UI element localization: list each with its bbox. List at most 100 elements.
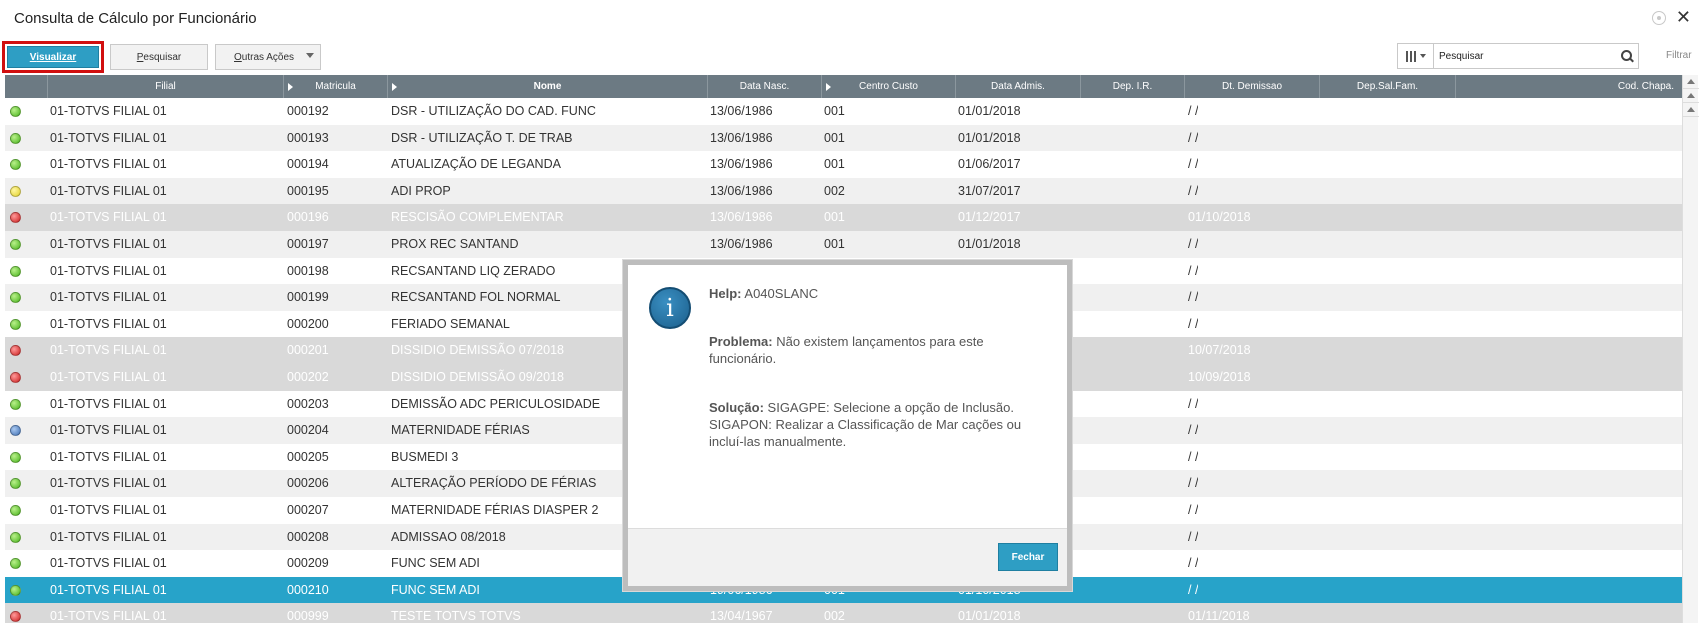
cell-matricula: 000197 <box>287 236 329 251</box>
scroll-up-icon[interactable] <box>1683 89 1699 103</box>
cell-demissao: 01/10/2018 <box>1188 210 1251 225</box>
table-row[interactable]: 01-TOTVS FILIAL 01 000196 RESCISÃO COMPLEM… <box>5 204 1682 231</box>
cell-matricula: 000206 <box>287 476 329 491</box>
cell-filial: 01-TOTVS FILIAL 01 <box>50 529 167 544</box>
status-green-icon <box>10 504 21 516</box>
cell-matricula: 000195 <box>287 183 329 198</box>
cell-cc: 001 <box>824 130 845 145</box>
cell-matricula: 000207 <box>287 502 329 517</box>
visualizar-rest: isualizar <box>36 51 77 63</box>
chevron-down-icon <box>306 53 314 58</box>
cell-demissao: / / <box>1188 130 1199 145</box>
cell-matricula: 000204 <box>287 423 329 438</box>
cell-demissao: / / <box>1188 449 1199 464</box>
cell-filial: 01-TOTVS FILIAL 01 <box>50 210 167 225</box>
cell-nasc: 13/06/1986 <box>710 157 773 172</box>
cell-matricula: 000199 <box>287 290 329 305</box>
column-header-label: Dep. I.R. <box>1112 81 1153 92</box>
status-green-icon <box>10 531 21 543</box>
cell-admis: 31/07/2017 <box>958 183 1021 198</box>
cell-matricula: 000200 <box>287 316 329 331</box>
cell-matricula: 000209 <box>287 556 329 571</box>
visualizar-button[interactable]: Visualizar <box>7 46 99 68</box>
grid-header: Filial Matricula Nome Data Nasc. Centro … <box>5 75 1682 98</box>
cell-filial: 01-TOTVS FILIAL 01 <box>50 236 167 251</box>
cell-nome: RESCISÃO COMPLEMENTAR <box>391 210 564 225</box>
cell-admis: 01/01/2018 <box>958 104 1021 118</box>
status-green-icon <box>10 292 21 304</box>
cell-matricula: 000203 <box>287 396 329 411</box>
column-header-label: Dt. Demissao <box>1221 81 1282 92</box>
column-header-nome[interactable]: Nome <box>387 75 707 98</box>
cell-matricula: 000210 <box>287 582 329 597</box>
problema-label: Problema: <box>709 334 773 349</box>
column-header-filial[interactable]: Filial <box>47 75 283 98</box>
status-red-icon <box>10 345 21 357</box>
columns-icon <box>1405 50 1416 62</box>
outras-acoes-button[interactable]: Outras Ações <box>215 44 321 70</box>
cell-filial: 01-TOTVS FILIAL 01 <box>50 157 167 172</box>
cell-nasc: 13/06/1986 <box>710 210 773 225</box>
fechar-button[interactable]: Fechar <box>998 543 1058 571</box>
cell-filial: 01-TOTVS FILIAL 01 <box>50 316 167 331</box>
column-header-dep-ir[interactable]: Dep. I.R. <box>1080 75 1184 98</box>
cell-filial: 01-TOTVS FILIAL 01 <box>50 556 167 571</box>
cell-filial: 01-TOTVS FILIAL 01 <box>50 290 167 305</box>
status-green-icon <box>10 398 21 410</box>
status-green-icon <box>10 132 21 144</box>
status-green-icon <box>10 265 21 277</box>
filtrar-link[interactable]: Filtrar <box>1666 50 1692 61</box>
column-header-matricula[interactable]: Matricula <box>283 75 387 98</box>
problema-line: Problema: Não existem lançamentos para e… <box>709 333 1054 367</box>
column-header-status[interactable] <box>5 75 47 98</box>
search-box <box>1397 43 1639 69</box>
vertical-scrollbar[interactable] <box>1682 75 1699 623</box>
cell-nasc: 13/04/1967 <box>710 609 773 623</box>
cell-matricula: 000194 <box>287 157 329 172</box>
column-header-label: Centro Custo <box>859 81 918 92</box>
scroll-top-icon[interactable] <box>1683 75 1699 89</box>
cell-demissao: / / <box>1188 476 1199 491</box>
cell-demissao: / / <box>1188 556 1199 571</box>
cell-demissao: / / <box>1188 290 1199 305</box>
status-blue-icon <box>10 425 21 437</box>
column-header-dt-demissao[interactable]: Dt. Demissao <box>1184 75 1319 98</box>
column-header-cod-chapa[interactable]: Cod. Chapa. <box>1455 75 1682 98</box>
cell-filial: 01-TOTVS FILIAL 01 <box>50 476 167 491</box>
settings-gear-icon[interactable] <box>1651 11 1666 25</box>
column-header-dep-sal-fam[interactable]: Dep.Sal.Fam. <box>1319 75 1455 98</box>
cell-demissao: / / <box>1188 236 1199 251</box>
column-header-data-nasc[interactable]: Data Nasc. <box>707 75 821 98</box>
column-header-data-admis[interactable]: Data Admis. <box>955 75 1080 98</box>
cell-demissao: 01/11/2018 <box>1188 609 1250 623</box>
table-row[interactable]: 01-TOTVS FILIAL 01 000193 DSR - UTILIZAÇÃO… <box>5 124 1682 152</box>
cell-demissao: / / <box>1188 104 1199 118</box>
cell-admis: 01/01/2018 <box>958 236 1021 251</box>
table-row[interactable]: 01-TOTVS FILIAL 01 000192 DSR - UTILIZAÇÃO… <box>5 98 1682 125</box>
table-row[interactable]: 01-TOTVS FILIAL 01 000195 ADI PROP 13/06/19… <box>5 177 1682 205</box>
cell-nome: TESTE TOTVS TOTVS <box>391 609 521 623</box>
status-green-icon <box>10 106 21 117</box>
search-icon[interactable] <box>1616 44 1638 68</box>
cell-nasc: 13/06/1986 <box>710 236 773 251</box>
page-title: Consulta de Cálculo por Funcionário <box>14 10 257 27</box>
info-icon: i <box>649 287 691 329</box>
table-row[interactable]: 01-TOTVS FILIAL 01 000999 TESTE TOTVS TOTV… <box>5 603 1682 623</box>
cell-cc: 001 <box>824 157 845 172</box>
status-green-icon <box>10 558 21 570</box>
outras-rest: utras Ações <box>241 51 295 63</box>
pesquisar-button[interactable]: Pesquisar <box>110 44 208 70</box>
column-selector[interactable] <box>1398 44 1434 68</box>
status-red-icon <box>10 371 21 383</box>
table-row[interactable]: 01-TOTVS FILIAL 01 000197 PROX REC SANTAND… <box>5 230 1682 258</box>
column-header-label: Cod. Chapa. <box>1617 81 1674 92</box>
cell-filial: 01-TOTVS FILIAL 01 <box>50 582 167 597</box>
close-icon[interactable]: ✕ <box>1676 9 1691 27</box>
scroll-page-up-icon[interactable] <box>1683 103 1699 117</box>
search-input[interactable] <box>1434 50 1616 62</box>
sort-arrow-icon <box>288 83 293 91</box>
cell-admis: 01/01/2018 <box>958 609 1021 623</box>
table-row[interactable]: 01-TOTVS FILIAL 01 000194 ATUALIZAÇÃO DE L… <box>5 151 1682 178</box>
column-header-centro-custo[interactable]: Centro Custo <box>821 75 955 98</box>
help-dialog: i Help: A040SLANC Problema: Não existem … <box>623 260 1072 591</box>
